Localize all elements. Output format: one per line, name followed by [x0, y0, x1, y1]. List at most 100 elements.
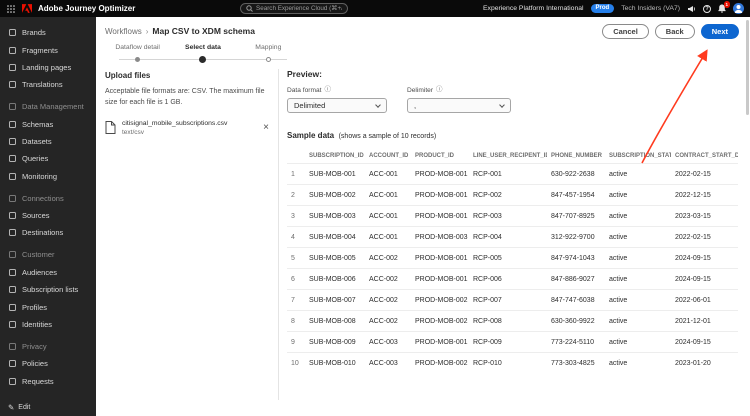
table-cell: 2022-12-15 — [671, 184, 738, 206]
sidebar-item-monitoring[interactable]: Monitoring — [0, 168, 96, 185]
table-cell: ACC-002 — [365, 289, 411, 311]
sidebar-item-profiles[interactable]: Profiles — [0, 298, 96, 315]
table-cell: active — [605, 310, 671, 332]
sidebar-item-requests[interactable]: Requests — [0, 372, 96, 389]
sidebar-nav: Brands Fragments Landing pages Translations… — [0, 17, 96, 390]
row-number: 3 — [287, 205, 305, 227]
table-cell: 630-922-2638 — [547, 163, 605, 185]
help-icon[interactable]: ? — [703, 4, 711, 13]
identities-icon — [9, 320, 16, 328]
destinations-icon — [9, 229, 16, 237]
sidebar-item-label: Privacy — [22, 341, 47, 351]
table-cell: 2021-12-01 — [671, 310, 738, 332]
row-number: 10 — [287, 352, 305, 373]
sidebar-item-label: Audiences — [22, 267, 58, 277]
table-cell: ACC-001 — [365, 163, 411, 185]
sidebar-item-destinations[interactable]: Destinations — [0, 224, 96, 241]
sidebar-item-label: Identities — [22, 319, 53, 329]
table-row: 5 SUB-MOB-005 ACC-002 PROD-MOB-001 RCP-005 84… — [287, 247, 738, 269]
sidebar-item-datasets[interactable]: Datasets — [0, 133, 96, 150]
privacy-icon — [9, 342, 16, 350]
table-cell: active — [605, 205, 671, 227]
sidebar-item-label: Datasets — [22, 137, 52, 147]
sidebar-item-identities[interactable]: Identities — [0, 316, 96, 333]
table-cell: PROD-MOB-001 — [411, 205, 469, 227]
edit-label: Edit — [18, 404, 31, 411]
cancel-button[interactable]: Cancel — [602, 23, 649, 39]
fragments-icon — [9, 46, 16, 54]
sidebar-item-label: Customer — [22, 250, 55, 260]
table-cell: SUB-MOB-010 — [305, 352, 365, 373]
back-button[interactable]: Back — [654, 23, 695, 39]
avatar[interactable] — [733, 3, 744, 14]
app-switcher-icon[interactable] — [7, 4, 15, 13]
column-header-account-id: ACCOUNT_ID — [369, 153, 409, 159]
table-cell: ACC-001 — [365, 205, 411, 227]
table-cell: PROD-MOB-001 — [411, 331, 469, 353]
table-cell: 847-974-1043 — [547, 247, 605, 269]
policies-icon — [9, 360, 16, 368]
table-cell: RCP-007 — [469, 289, 547, 311]
table-cell: PROD-MOB-001 — [411, 268, 469, 290]
table-cell: SUB-MOB-005 — [305, 247, 365, 269]
step-dot-upcoming — [265, 57, 271, 62]
queries-icon — [9, 155, 16, 163]
info-icon[interactable] — [436, 87, 443, 94]
data-format-value: Delimited — [294, 101, 326, 110]
page-scrollbar[interactable] — [745, 17, 750, 416]
sidebar-item-landing-pages[interactable]: Landing pages — [0, 59, 96, 76]
data-format-select[interactable]: Delimited — [287, 98, 387, 113]
column-header-subscription-status: SUBSCRIPTION_STATUS — [609, 153, 671, 159]
adobe-logo-icon — [22, 4, 32, 13]
step-mapping: Mapping — [236, 44, 301, 63]
table-cell: SUB-MOB-007 — [305, 289, 365, 311]
step-dot-completed — [135, 57, 141, 62]
sidebar-item-translations[interactable]: Translations — [0, 76, 96, 93]
sidebar-item-label: Destinations — [22, 228, 64, 238]
remove-file-button[interactable] — [261, 122, 271, 134]
table-cell: RCP-009 — [469, 331, 547, 353]
table-cell: SUB-MOB-008 — [305, 310, 365, 332]
table-cell: 312-922-9700 — [547, 226, 605, 248]
delimiter-field: Delimiter , — [407, 87, 511, 113]
breadcrumb-workflows[interactable]: Workflows — [105, 27, 142, 36]
sidebar-item-label: Queries — [22, 154, 49, 164]
table-cell: ACC-003 — [365, 331, 411, 353]
schemas-icon — [9, 120, 16, 128]
sidebar-item-label: Fragments — [22, 45, 58, 55]
table-cell: active — [605, 247, 671, 269]
sidebar-item-subscription-lists[interactable]: Subscription lists — [0, 281, 96, 298]
scrollbar-thumb[interactable] — [746, 20, 749, 115]
sidebar-item-policies[interactable]: Policies — [0, 355, 96, 372]
upload-panel: Upload files Acceptable file formats are… — [105, 71, 271, 136]
sidebar-section-customer: Customer — [0, 246, 96, 263]
edit-nav-button[interactable]: Edit — [8, 403, 30, 412]
sidebar-item-schemas[interactable]: Schemas — [0, 115, 96, 132]
preview-panel: Preview: Data format Delimited Delimiter — [287, 69, 738, 373]
sidebar-item-fragments[interactable]: Fragments — [0, 41, 96, 58]
top-header: Adobe Journey Optimizer Experience Platf… — [0, 0, 750, 17]
datasets-icon — [9, 138, 16, 146]
file-name: citisignal_mobile_subscriptions.csv — [122, 119, 228, 127]
notifications-bell-icon[interactable]: 1 — [718, 1, 730, 13]
org-name: Experience Platform International — [483, 5, 584, 12]
next-button[interactable]: Next — [700, 23, 739, 39]
announcements-icon[interactable] — [687, 5, 696, 13]
sidebar-item-queries[interactable]: Queries — [0, 150, 96, 167]
table-cell: RCP-001 — [469, 163, 547, 185]
info-icon[interactable] — [324, 87, 331, 94]
delimiter-select[interactable]: , — [407, 98, 511, 113]
file-type: text/csv — [122, 128, 145, 136]
sandbox-switcher[interactable]: Tech Insiders (VA7) — [621, 5, 680, 12]
search-box[interactable] — [240, 3, 348, 14]
sidebar-item-audiences[interactable]: Audiences — [0, 264, 96, 281]
sidebar-item-sources[interactable]: Sources — [0, 207, 96, 224]
search-input[interactable] — [256, 5, 342, 12]
sidebar-item-brands[interactable]: Brands — [0, 24, 96, 41]
sidebar-item-label: Policies — [22, 359, 48, 369]
sample-data-note: (shows a sample of 10 records) — [338, 133, 437, 140]
page-title: Map CSV to XDM schema — [152, 26, 255, 36]
table-cell: 2022-06-01 — [671, 289, 738, 311]
table-cell: PROD-MOB-001 — [411, 247, 469, 269]
table-cell: 630-360-9922 — [547, 310, 605, 332]
